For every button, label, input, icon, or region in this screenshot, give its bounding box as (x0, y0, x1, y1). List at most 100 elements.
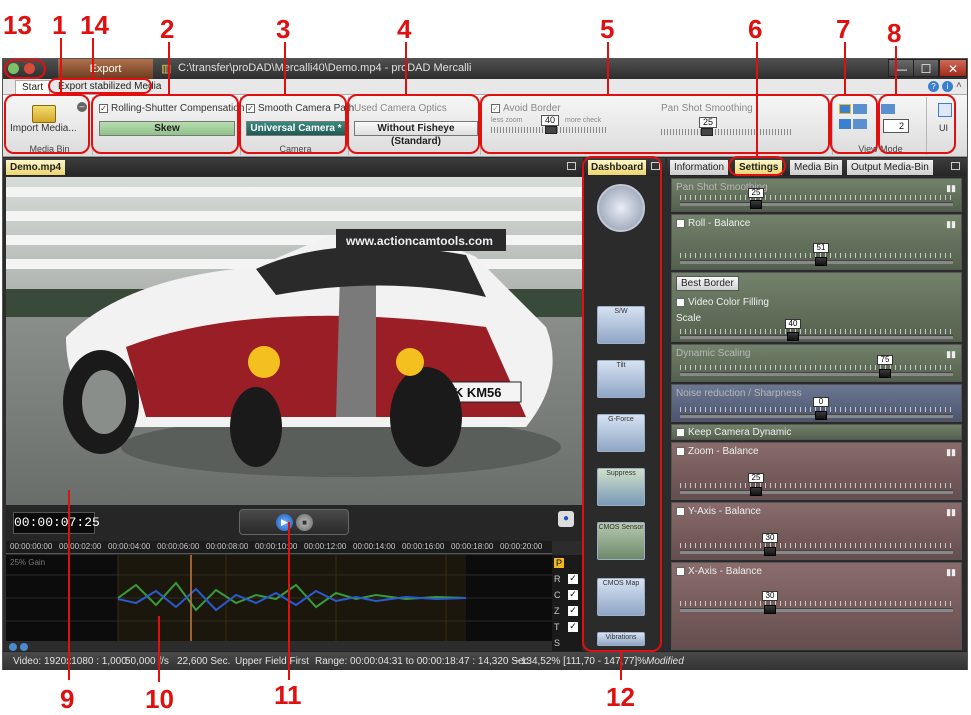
legend-r-checkbox[interactable]: ✓ (568, 574, 578, 584)
ruler-tick: 00:00:10:00 (255, 542, 298, 551)
smooth-camera-path-checkbox[interactable]: ✓ Smooth Camera Path (246, 103, 354, 114)
maximize-button[interactable]: ☐ (913, 59, 939, 77)
graph-toggle-icon[interactable]: ▮▮ (946, 507, 956, 518)
widget-sw[interactable]: S/W (597, 306, 645, 344)
play-button[interactable]: ▶ (276, 514, 293, 531)
widget-suppress[interactable]: Suppress (597, 468, 645, 506)
folder-icon[interactable] (32, 105, 56, 123)
legend-r[interactable]: R ✓ (552, 573, 582, 587)
legend-t-checkbox[interactable]: ✓ (568, 622, 578, 632)
pan-shot-slider[interactable] (680, 202, 953, 206)
minimize-button[interactable]: — (888, 59, 914, 77)
info-icon[interactable]: i (942, 81, 953, 92)
dashboard-tab[interactable]: Dashboard (588, 160, 647, 175)
ribbon-collapse-icon[interactable]: ˄ (956, 80, 962, 91)
border-combo[interactable]: Best Border (676, 276, 739, 291)
tab-export-stabilized-media[interactable]: Export stabilized Media (52, 80, 167, 95)
view-bottom-icon[interactable] (839, 119, 851, 129)
dynamic-scaling-slider[interactable] (680, 372, 953, 376)
scale-knob[interactable] (787, 332, 799, 341)
legend-c[interactable]: C ✓ (552, 589, 582, 603)
avoid-border-knob[interactable] (545, 126, 557, 134)
avoid-border-checkbox[interactable]: ✓ Avoid Border (491, 103, 561, 114)
video-preview[interactable]: www.actioncamtools.com MK KM56 (6, 177, 582, 505)
optics-combo[interactable]: Without Fisheye (Standard) (354, 121, 478, 147)
loop-icon[interactable]: ● (558, 511, 574, 527)
legend-t[interactable]: T ✓ (552, 621, 582, 635)
camera-combo[interactable]: Universal Camera * (246, 121, 346, 136)
noise-knob[interactable] (815, 411, 827, 420)
graph-toggle-icon[interactable]: ▮▮ (946, 349, 956, 360)
zoom-slider[interactable] (680, 490, 953, 494)
widget-cmos-map[interactable]: CMOS Map (597, 578, 645, 616)
ui-layout-icon[interactable] (938, 103, 952, 117)
x-axis-knob[interactable] (764, 605, 776, 614)
legend-p[interactable]: P (552, 557, 582, 571)
pan-shot-ribbon-value[interactable]: 25 (699, 117, 717, 128)
rolling-shutter-checkbox[interactable]: ✓ Rolling-Shutter Compensation (99, 103, 244, 114)
zoom-in-icon[interactable] (9, 643, 17, 651)
zoom-knob[interactable] (750, 487, 762, 496)
pan-shot-ribbon-slider[interactable] (661, 129, 793, 135)
color-filling-checkbox[interactable]: ✓ Video Color Filling (676, 297, 769, 308)
ui-label[interactable]: UI (939, 123, 948, 133)
view-mode-spinner[interactable]: 2 (883, 119, 909, 133)
widget-g-force[interactable]: G-Force (597, 414, 645, 452)
remove-media-icon[interactable]: – (77, 102, 87, 112)
record-orb-icon[interactable] (24, 63, 35, 74)
card-noise-reduction: Noise reduction / Sharpness 0 (671, 384, 962, 422)
graph-toggle-icon[interactable]: ▮▮ (946, 567, 956, 578)
import-media-button[interactable]: Import Media... (10, 123, 77, 134)
widget-cmos-sensor[interactable]: CMOS Sensor (597, 522, 645, 560)
motion-graph[interactable]: 25% Gain (6, 555, 552, 641)
y-axis-checkbox[interactable]: ✓ Y-Axis - Balance (676, 506, 761, 517)
x-axis-slider[interactable] (680, 608, 953, 612)
zoom-checkbox[interactable]: ✓ Zoom - Balance (676, 446, 759, 457)
y-axis-knob[interactable] (764, 547, 776, 556)
view-split-icon[interactable] (853, 104, 867, 114)
legend-z[interactable]: Z ✓ (552, 605, 582, 619)
stop-button[interactable]: ■ (296, 514, 313, 531)
widget-vibrations[interactable]: Vibrations (597, 632, 645, 646)
graph-toggle-icon[interactable]: ▮▮ (946, 219, 956, 230)
legend-c-checkbox[interactable]: ✓ (568, 590, 578, 600)
graph-toggle-icon[interactable]: ▮▮ (946, 447, 956, 458)
roll-title: Roll - Balance (688, 218, 751, 229)
view-side-icon[interactable] (881, 104, 895, 114)
settings-maximize-icon[interactable] (951, 162, 960, 170)
widget-tilt[interactable]: Tilt (597, 360, 645, 398)
dynamic-scaling-knob[interactable] (879, 369, 891, 378)
pan-shot-ribbon-knob[interactable] (701, 128, 713, 136)
pan-shot-knob[interactable] (750, 200, 762, 209)
roll-knob[interactable] (815, 257, 827, 266)
roll-checkbox[interactable]: ✓ Roll - Balance (676, 218, 750, 229)
zoom-out-icon[interactable] (20, 643, 28, 651)
tab-media-bin[interactable]: Media Bin (790, 160, 843, 175)
view-dropdown-icon[interactable] (853, 119, 867, 129)
timeline-ruler[interactable]: 00:00:00:00 00:00:02:00 00:00:04:00 00:0… (6, 541, 552, 554)
close-button[interactable]: ✕ (939, 59, 967, 77)
legend-z-checkbox[interactable]: ✓ (568, 606, 578, 616)
file-tab[interactable]: Demo.mp4 (6, 160, 66, 175)
export-tab[interactable]: Export (58, 59, 153, 79)
leader-line (68, 490, 70, 680)
app-orb-icon[interactable] (8, 63, 19, 74)
keep-dynamic-checkbox[interactable]: ✓ Keep Camera Dynamic (676, 427, 791, 438)
tab-output-media-bin[interactable]: Output Media-Bin (847, 160, 933, 175)
scale-slider[interactable] (680, 335, 953, 339)
view-single-icon[interactable] (839, 104, 851, 114)
x-axis-checkbox[interactable]: ✓ X-Axis - Balance (676, 566, 762, 577)
viewer-maximize-icon[interactable] (567, 162, 576, 170)
tab-settings[interactable]: Settings (735, 160, 783, 175)
legend-s[interactable]: S (552, 637, 582, 651)
callout-11: 11 (274, 680, 302, 710)
help-icon[interactable]: ? (928, 81, 939, 92)
y-axis-slider[interactable] (680, 550, 953, 554)
avoid-border-value[interactable]: 40 (541, 115, 559, 126)
dashboard-maximize-icon[interactable] (651, 162, 660, 170)
tab-start[interactable]: Start (15, 80, 51, 95)
skew-combo[interactable]: Skew (99, 121, 235, 136)
tab-information[interactable]: Information (670, 160, 729, 175)
graph-toggle-icon[interactable]: ▮▮ (946, 183, 956, 194)
leader-line (92, 38, 94, 80)
